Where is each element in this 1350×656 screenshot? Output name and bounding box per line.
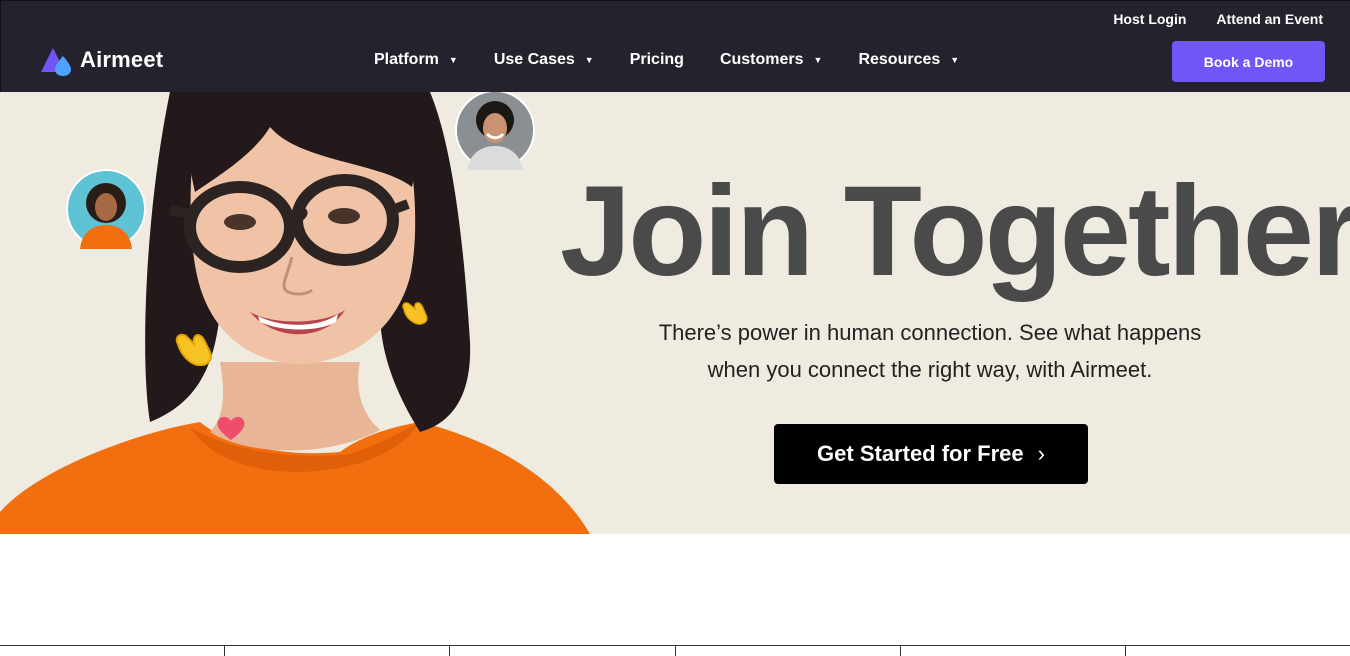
waving-hand-emoji-icon [175, 333, 212, 366]
nav-customers[interactable]: Customers ▼ [720, 51, 823, 69]
avatar-man-icon [455, 92, 535, 170]
book-demo-button[interactable]: Book a Demo [1172, 41, 1325, 82]
waving-hand-emoji-icon [402, 302, 428, 325]
logo-cell [1124, 646, 1350, 656]
logo-strip [0, 645, 1350, 656]
content-section [0, 534, 1350, 656]
hero-title: Join Together [560, 160, 1350, 303]
caret-down-icon: ▼ [584, 54, 594, 65]
chevron-right-icon: › [1037, 441, 1045, 466]
logo-cell [899, 646, 1125, 656]
airmeet-logo[interactable]: Airmeet [40, 44, 163, 76]
logo-cell [674, 646, 900, 656]
caret-down-icon: ▼ [813, 54, 823, 65]
hero-subtitle: There’s power in human connection. See w… [600, 314, 1260, 388]
airmeet-logo-icon [41, 48, 71, 76]
nav-label: Use Cases [493, 51, 575, 68]
caret-down-icon: ▼ [448, 54, 458, 65]
logo-cell [449, 646, 674, 656]
top-navigation-bar: Host Login Attend an Event Airmeet Platf… [0, 0, 1350, 92]
nav-label: Platform [374, 51, 439, 68]
attend-event-link[interactable]: Attend an Event [1216, 11, 1323, 27]
utility-links: Host Login Attend an Event [1113, 11, 1323, 27]
nav-resources[interactable]: Resources ▼ [858, 51, 959, 69]
hero-subtitle-line1: There’s power in human connection. See w… [658, 320, 1202, 345]
get-started-label: Get Started for Free [817, 441, 1024, 466]
avatar-woman-icon [66, 169, 146, 249]
host-login-link[interactable]: Host Login [1113, 11, 1186, 27]
brand-name: Airmeet [80, 47, 164, 72]
heart-emoji-icon [217, 416, 245, 440]
hero-subtitle-line2: when you connect the right way, with Air… [707, 357, 1153, 382]
nav-platform[interactable]: Platform ▼ [374, 51, 458, 69]
nav-label: Pricing [629, 51, 684, 68]
nav-use-cases[interactable]: Use Cases ▼ [494, 51, 594, 69]
main-nav: Platform ▼ Use Cases ▼ Pricing Customers… [374, 51, 959, 69]
nav-pricing[interactable]: Pricing [630, 51, 684, 69]
logo-cell [0, 646, 224, 656]
logo-cell [224, 646, 449, 656]
get-started-button[interactable]: Get Started for Free › [774, 424, 1088, 484]
caret-down-icon: ▼ [950, 54, 960, 65]
nav-label: Resources [858, 51, 941, 68]
hero-section: Join Together There’s power in human con… [0, 92, 1350, 534]
nav-label: Customers [719, 51, 804, 68]
